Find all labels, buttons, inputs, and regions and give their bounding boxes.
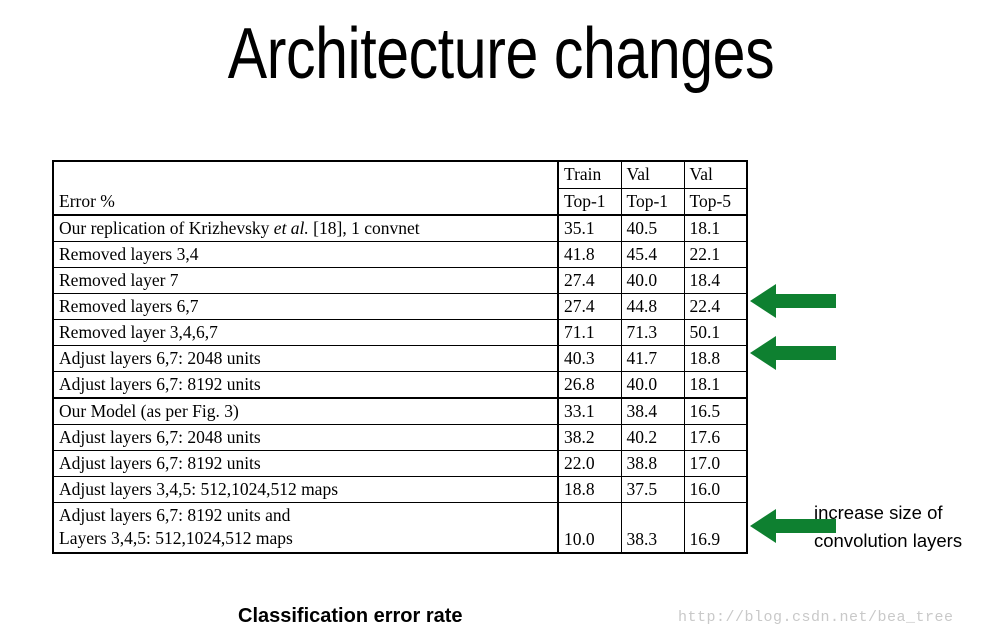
cell-val-top5: 17.6 <box>683 424 748 451</box>
row-label-italic: et al. <box>273 218 309 238</box>
cell-train-top1: 22.0 <box>557 450 622 477</box>
table-row: Adjust layers 6,7: 8192 units 26.8 40.0 … <box>52 371 748 399</box>
header-col-2-line2: Top-1 <box>620 188 685 216</box>
page-title: Architecture changes <box>227 14 775 94</box>
row-label: Adjust layers 3,4,5: 512,1024,512 maps <box>52 476 559 503</box>
cell-train-top1: 27.4 <box>557 267 622 294</box>
header-corner-label: Error % <box>52 188 559 216</box>
table-header-row-1: Train Val Val <box>52 160 748 189</box>
table-row: Removed layers 3,4 41.8 45.4 22.1 <box>52 241 748 268</box>
row-label: Adjust layers 6,7: 2048 units <box>52 424 559 451</box>
cell-val-top1: 38.4 <box>620 397 685 425</box>
row-label: Our Model (as per Fig. 3) <box>52 397 559 425</box>
cell-val-top1: 40.5 <box>620 214 685 242</box>
table-row: Removed layer 3,4,6,7 71.1 71.3 50.1 <box>52 319 748 346</box>
arrow-left-icon-removed-layer-3467 <box>750 335 836 371</box>
cell-val-top5: 18.1 <box>683 371 748 399</box>
table-row: Removed layers 6,7 27.4 44.8 22.4 <box>52 293 748 320</box>
cell-val-top1: 44.8 <box>620 293 685 320</box>
row-label-pre: Our replication of Krizhevsky <box>59 218 274 238</box>
results-table: Train Val Val Error % Top-1 Top-1 Top-5 … <box>52 160 748 554</box>
table-row: Our Model (as per Fig. 3) 33.1 38.4 16.5 <box>52 397 748 425</box>
cell-val-top5: 50.1 <box>683 319 748 346</box>
row-label: Adjust layers 6,7: 8192 units and Layers … <box>52 502 559 554</box>
row-label: Our replication of Krizhevsky et al. [18… <box>52 214 559 242</box>
table-row: Adjust layers 3,4,5: 512,1024,512 maps 1… <box>52 476 748 503</box>
header-col-2-line1: Val <box>620 160 685 189</box>
cell-val-top5: 22.4 <box>683 293 748 320</box>
table-row: Adjust layers 6,7: 8192 units 22.0 38.8 … <box>52 450 748 477</box>
table-row: Adjust layers 6,7: 2048 units 40.3 41.7 … <box>52 345 748 372</box>
cell-val-top5: 16.0 <box>683 476 748 503</box>
cell-val-top1: 40.0 <box>620 267 685 294</box>
row-label: Removed layer 3,4,6,7 <box>52 319 559 346</box>
cell-train-top1: 35.1 <box>557 214 622 242</box>
row-label: Removed layers 3,4 <box>52 241 559 268</box>
results-table-container: Train Val Val Error % Top-1 Top-1 Top-5 … <box>52 160 748 554</box>
row-label: Adjust layers 6,7: 2048 units <box>52 345 559 372</box>
cell-train-top1: 10.0 <box>557 502 622 554</box>
table-row: Adjust layers 6,7: 8192 units and Layers … <box>52 502 748 554</box>
cell-val-top5: 22.1 <box>683 241 748 268</box>
row-label-post: [18], 1 convnet <box>308 218 420 238</box>
cell-val-top5: 18.1 <box>683 214 748 242</box>
table-row: Our replication of Krizhevsky et al. [18… <box>52 214 748 242</box>
cell-train-top1: 38.2 <box>557 424 622 451</box>
cell-val-top1: 45.4 <box>620 241 685 268</box>
row-label: Removed layer 7 <box>52 267 559 294</box>
header-col-3-line2: Top-5 <box>683 188 748 216</box>
annotation-line-2: convolution layers <box>814 530 963 551</box>
header-col-1-line2: Top-1 <box>557 188 622 216</box>
cell-train-top1: 40.3 <box>557 345 622 372</box>
cell-val-top5: 16.9 <box>683 502 748 554</box>
cell-train-top1: 27.4 <box>557 293 622 320</box>
row-label: Adjust layers 6,7: 8192 units <box>52 450 559 477</box>
header-col-1-line1: Train <box>557 160 622 189</box>
header-col-3-line1: Val <box>683 160 748 189</box>
cell-val-top5: 18.4 <box>683 267 748 294</box>
cell-train-top1: 26.8 <box>557 371 622 399</box>
cell-val-top1: 37.5 <box>620 476 685 503</box>
cell-val-top5: 18.8 <box>683 345 748 372</box>
cell-train-top1: 18.8 <box>557 476 622 503</box>
cell-train-top1: 71.1 <box>557 319 622 346</box>
table-row: Adjust layers 6,7: 2048 units 38.2 40.2 … <box>52 424 748 451</box>
cell-val-top1: 38.8 <box>620 450 685 477</box>
annotation-increase-size: increase size of convolution layers <box>814 499 1002 555</box>
cell-val-top1: 40.2 <box>620 424 685 451</box>
cell-train-top1: 33.1 <box>557 397 622 425</box>
row-label-line1: Adjust layers 6,7: 8192 units and <box>59 505 291 525</box>
row-label: Removed layers 6,7 <box>52 293 559 320</box>
cell-val-top5: 16.5 <box>683 397 748 425</box>
cell-val-top1: 38.3 <box>620 502 685 554</box>
arrow-left-icon-removed-layer-7 <box>750 283 836 319</box>
header-corner-blank <box>52 160 559 189</box>
row-label-line2: Layers 3,4,5: 512,1024,512 maps <box>59 528 293 548</box>
table-caption: Classification error rate <box>238 605 463 627</box>
cell-val-top1: 40.0 <box>620 371 685 399</box>
row-label: Adjust layers 6,7: 8192 units <box>52 371 559 399</box>
table-row: Removed layer 7 27.4 40.0 18.4 <box>52 267 748 294</box>
cell-val-top1: 71.3 <box>620 319 685 346</box>
cell-train-top1: 41.8 <box>557 241 622 268</box>
table-header-row-2: Error % Top-1 Top-1 Top-5 <box>52 188 748 216</box>
annotation-line-1: increase size of <box>814 502 943 523</box>
cell-val-top5: 17.0 <box>683 450 748 477</box>
watermark: http://blog.csdn.net/bea_tree <box>678 609 954 626</box>
cell-val-top1: 41.7 <box>620 345 685 372</box>
